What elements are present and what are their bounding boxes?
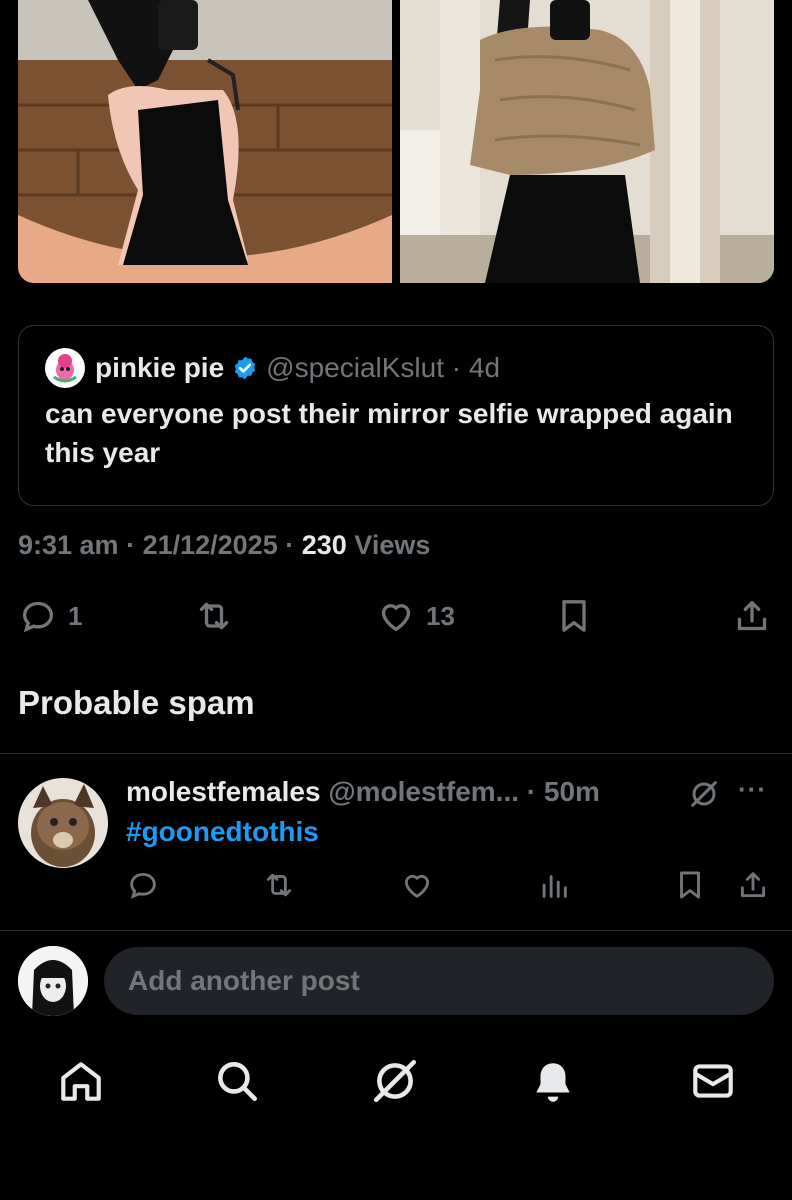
reply-icon xyxy=(22,601,54,633)
post-photo-2[interactable] xyxy=(400,0,774,283)
quoted-post-header: pinkie pie @specialKslut · 4d xyxy=(45,348,747,388)
reply-repost-button[interactable] xyxy=(262,868,296,907)
reply-share-button[interactable] xyxy=(736,868,770,907)
reply-post[interactable]: molestfemales @molestfem... · 50m ··· #g… xyxy=(0,754,792,930)
reply-views-button[interactable] xyxy=(537,868,571,907)
quoted-post-card[interactable]: pinkie pie @specialKslut · 4d can everyo… xyxy=(18,325,774,506)
nav-home[interactable] xyxy=(56,1056,106,1106)
share-button[interactable] xyxy=(732,596,772,636)
home-icon xyxy=(61,1062,101,1101)
views-count: 230 xyxy=(301,530,347,560)
user-avatar[interactable] xyxy=(18,946,88,1016)
photo-1-illustration xyxy=(18,0,392,283)
post-time[interactable]: 9:31 am xyxy=(18,530,119,560)
quoted-avatar-image xyxy=(49,352,81,384)
post-date[interactable]: 21/12/2025 xyxy=(143,530,278,560)
heart-icon xyxy=(381,604,411,631)
repost-icon xyxy=(199,602,229,630)
reply-icon xyxy=(130,872,156,899)
nav-notifications[interactable] xyxy=(528,1056,578,1106)
nav-search[interactable] xyxy=(212,1056,262,1106)
heart-icon xyxy=(404,874,430,898)
reply-header: molestfemales @molestfem... · 50m xyxy=(126,776,600,808)
reply-action-bar xyxy=(0,868,792,904)
views-label: Views xyxy=(354,530,431,560)
media-grid xyxy=(18,0,774,283)
bookmark-icon xyxy=(680,871,700,899)
search-icon xyxy=(218,1062,257,1101)
quoted-avatar[interactable] xyxy=(45,348,85,388)
mail-icon xyxy=(693,1064,733,1098)
bell-icon xyxy=(536,1063,570,1102)
probable-spam-heading: Probable spam xyxy=(18,684,255,721)
photo-2-illustration xyxy=(400,0,774,283)
bookmark-button[interactable] xyxy=(554,596,594,636)
nav-messages[interactable] xyxy=(688,1056,738,1106)
repost-icon xyxy=(266,873,292,897)
reply-like-button[interactable] xyxy=(400,868,434,907)
share-icon xyxy=(737,601,767,631)
like-button[interactable]: 13 xyxy=(376,596,455,636)
repost-button[interactable] xyxy=(194,596,234,636)
grok-icon[interactable] xyxy=(688,778,720,810)
quoted-handle: @specialKslut · 4d xyxy=(266,352,501,383)
views-icon xyxy=(542,875,567,898)
reply-reply-button[interactable] xyxy=(126,868,160,907)
reply-bookmark-button[interactable] xyxy=(673,868,707,907)
post-meta: 9:31 am · 21/12/2025 · 230 Views xyxy=(18,530,431,560)
reply-button[interactable]: 1 xyxy=(18,596,82,636)
reply-count: 1 xyxy=(68,600,83,631)
reply-text-hashtag[interactable]: #goonedtothis xyxy=(126,816,319,848)
reply-display-name[interactable]: molestfemales xyxy=(126,776,321,807)
more-options-button[interactable]: ··· xyxy=(738,774,767,805)
add-another-post-input[interactable] xyxy=(104,947,774,1015)
share-icon xyxy=(740,872,766,898)
divider xyxy=(0,930,792,931)
reply-avatar-image xyxy=(18,778,108,868)
verified-badge-icon xyxy=(234,356,256,380)
post-photo-1[interactable] xyxy=(18,0,392,283)
user-avatar-image xyxy=(18,946,88,1016)
post-action-bar: 1 13 xyxy=(18,596,774,640)
like-count: 13 xyxy=(426,600,455,631)
quoted-display-name[interactable]: pinkie pie xyxy=(95,352,224,384)
bookmark-icon xyxy=(562,600,586,632)
bottom-nav xyxy=(0,1052,792,1112)
compose-bar xyxy=(0,932,792,1032)
grok-icon xyxy=(373,1059,417,1103)
reply-avatar[interactable] xyxy=(18,778,108,868)
reply-handle: @molestfem... · 50m xyxy=(328,776,600,807)
quoted-post-text: can everyone post their mirror selfie wr… xyxy=(45,398,733,468)
nav-grok[interactable] xyxy=(370,1056,420,1106)
